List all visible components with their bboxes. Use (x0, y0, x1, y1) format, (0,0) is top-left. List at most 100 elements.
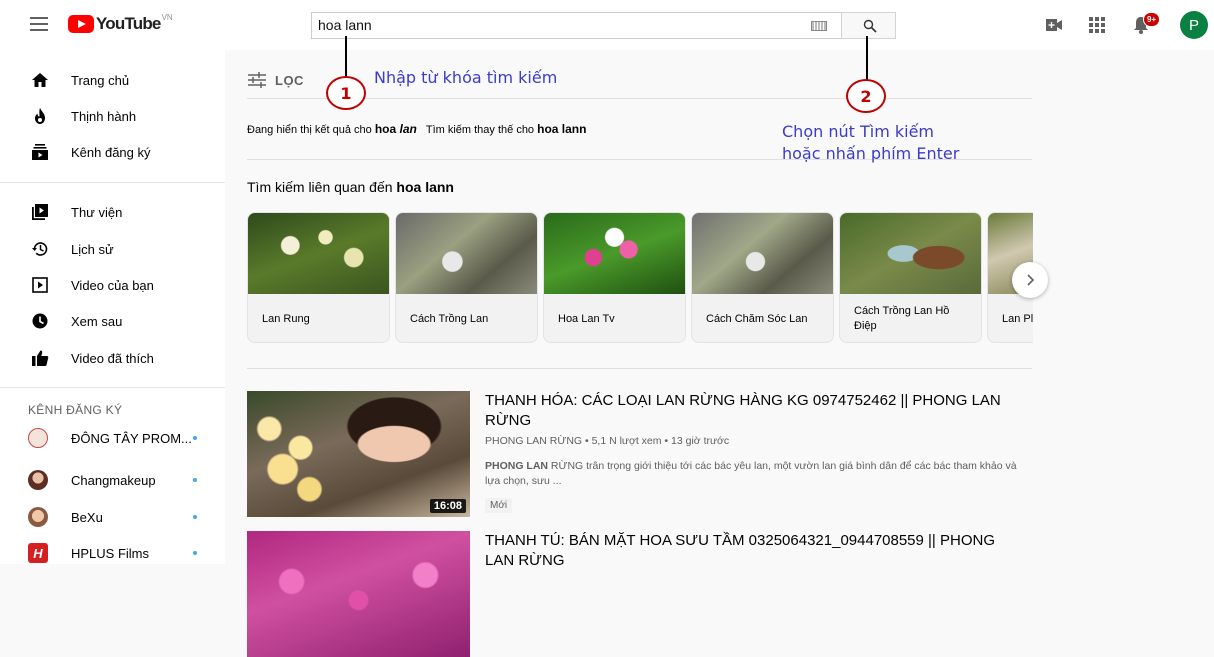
related-search-card[interactable]: Cách Trồng Lan (395, 212, 538, 343)
carousel-next-button[interactable] (1012, 262, 1048, 298)
channel-avatar (28, 470, 48, 490)
keyboard-icon[interactable] (811, 21, 827, 31)
video-duration: 16:08 (429, 499, 466, 513)
step-2-caption-line: hoặc nhấn phím Enter (782, 144, 960, 163)
card-label: Lan Rung (262, 312, 310, 325)
video-thumbnail[interactable] (247, 531, 470, 657)
search-box (311, 12, 841, 39)
alternate-prefix: Tìm kiếm thay thế cho (425, 124, 535, 136)
youtube-logo[interactable]: YouTube VN (68, 13, 173, 35)
filter-label: LỌC (275, 72, 304, 88)
apps-grid-icon[interactable] (1089, 17, 1105, 38)
video-title[interactable]: THANH TÚ: BÁN MẶT HOA SƯU TẦM 0325064321… (485, 531, 1025, 571)
logo-wordmark: YouTube (96, 14, 161, 33)
menu-icon[interactable] (30, 17, 48, 31)
card-thumbnail (396, 213, 537, 294)
search-results: LỌC Đang hiển thị kết quả cho hoa lan Tì… (225, 50, 1214, 657)
new-badge: Mới (485, 498, 513, 513)
card-thumbnail (544, 213, 685, 294)
create-video-icon[interactable] (1046, 18, 1062, 36)
sidebar-item-label: Lịch sử (71, 241, 114, 257)
subscription-item[interactable]: ĐÔNG TÂY PROM... (0, 420, 225, 456)
sidebar-item-label: Kênh đăng ký (71, 144, 151, 160)
masthead: YouTube VN 9+ P (0, 0, 1214, 50)
library-icon (32, 204, 48, 220)
channel-avatar (28, 507, 48, 527)
subscription-item[interactable]: H HPLUS Films (0, 535, 225, 571)
watch-later-icon (32, 313, 48, 329)
filter-button[interactable]: LỌC (248, 72, 304, 88)
hplus-logo-icon: H (28, 543, 48, 563)
subscription-item[interactable]: BeXu (0, 499, 225, 535)
new-content-dot (193, 551, 197, 555)
notifications-button[interactable]: 9+ (1133, 12, 1161, 39)
related-searches-title: Tìm kiếm liên quan đến hoa lann (247, 179, 454, 195)
sidebar-item-library[interactable]: Thư viện (0, 194, 225, 230)
subscriptions-icon (32, 144, 48, 160)
play-logo-icon (68, 15, 94, 33)
video-title[interactable]: THANH HÓA: CÁC LOẠI LAN RỪNG HÀNG KG 097… (485, 391, 1025, 431)
annotation-pointer (866, 36, 868, 80)
card-label: Cách Trồng Lan Hồ Điệp (854, 305, 950, 332)
chevron-right-icon (1027, 274, 1035, 286)
related-search-card[interactable]: Cách Trồng Lan Hồ Điệp (839, 212, 982, 343)
related-query: hoa lann (396, 179, 454, 195)
sidebar-item-your-videos[interactable]: Video của bạn (0, 267, 225, 303)
corrected-word-italic: lan (399, 122, 417, 136)
corrected-query-link[interactable]: hoa lan (375, 122, 417, 136)
channel-avatar (28, 428, 48, 448)
divider (0, 182, 225, 183)
card-label: Lan Pl (1002, 312, 1033, 325)
sidebar-item-label: Trang chủ (71, 72, 130, 88)
related-prefix: Tìm kiếm liên quan đến (247, 179, 393, 195)
new-content-dot (193, 436, 197, 440)
sidebar-item-label: Video của bạn (71, 277, 154, 293)
corrected-word: hoa (374, 122, 397, 136)
search-button[interactable] (841, 12, 896, 39)
sidebar-item-liked-videos[interactable]: Video đã thích (0, 340, 225, 376)
sidebar-item-history[interactable]: Lịch sử (0, 231, 225, 267)
step-2-caption: Chọn nút Tìm kiếm hoặc nhấn phím Enter (782, 121, 959, 165)
card-thumbnail (840, 213, 981, 294)
correction-prefix: Đang hiển thị kết quả cho (247, 124, 372, 136)
notification-badge: 9+ (1143, 12, 1161, 27)
search-input[interactable] (312, 13, 792, 37)
annotation-pointer (345, 36, 347, 80)
related-search-card[interactable]: Lan Rung (247, 212, 390, 343)
history-icon (32, 242, 48, 256)
video-thumbnail[interactable]: 16:08 (247, 391, 470, 517)
logo-region: VN (161, 13, 173, 22)
search-icon (863, 19, 877, 33)
fire-icon (35, 108, 45, 124)
step-1-marker: 1 (326, 76, 366, 110)
divider (247, 368, 1032, 369)
sidebar-item-watch-later[interactable]: Xem sau (0, 303, 225, 339)
account-avatar[interactable]: P (1180, 11, 1208, 39)
video-description: PHONG LAN RỪNG trân trọng giới thiệu tới… (485, 459, 1030, 489)
original-query-link[interactable]: hoa lann (537, 122, 586, 136)
subscriptions-section-title: KÊNH ĐĂNG KÝ (28, 403, 123, 417)
home-icon (32, 73, 48, 87)
sidebar-item-trending[interactable]: Thịnh hành (0, 98, 225, 134)
avatar-letter: P (1180, 11, 1208, 39)
your-videos-icon (32, 277, 48, 293)
card-label: Cách Trồng Lan (410, 312, 489, 325)
sidebar-item-label: Video đã thích (71, 350, 154, 366)
sidebar-item-label: Xem sau (71, 313, 123, 329)
description-highlight: PHONG LAN (485, 460, 548, 472)
subscription-item[interactable]: Changmakeup (0, 462, 225, 498)
video-result[interactable]: THANH TÚ: BÁN MẶT HOA SƯU TẦM 0325064321… (247, 531, 1027, 657)
related-search-card[interactable]: Cách Chăm Sóc Lan (691, 212, 834, 343)
sidebar-item-label: Thư viện (71, 204, 123, 220)
card-thumbnail (692, 213, 833, 294)
related-search-card[interactable]: Hoa Lan Tv (543, 212, 686, 343)
sidebar-item-subscriptions[interactable]: Kênh đăng ký (0, 134, 225, 170)
channel-name: Changmakeup (71, 472, 156, 488)
divider (0, 387, 225, 388)
new-content-dot (193, 515, 197, 519)
card-thumbnail (248, 213, 389, 294)
video-result[interactable]: 16:08 THANH HÓA: CÁC LOẠI LAN RỪNG HÀNG … (247, 391, 1027, 521)
sidebar-item-home[interactable]: Trang chủ (0, 62, 225, 98)
new-content-dot (193, 478, 197, 482)
card-label: Hoa Lan Tv (558, 312, 615, 325)
